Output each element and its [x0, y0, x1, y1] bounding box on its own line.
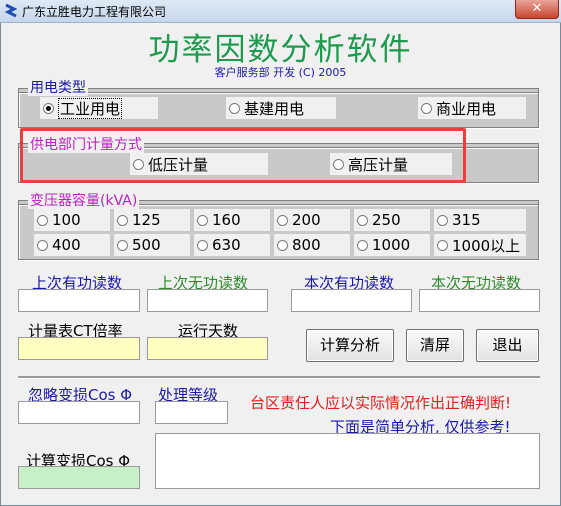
radio-label: 630	[212, 236, 241, 254]
clear-button[interactable]: 清屏	[406, 329, 464, 362]
ignore-loss-output	[18, 401, 140, 424]
radio-label: 200	[292, 211, 321, 229]
window-title: 广东立胜电力工程有限公司	[22, 5, 167, 19]
subtitle: 客户服务部 开发 (C) 2005	[214, 66, 347, 79]
radio-icon	[277, 239, 288, 251]
radio-label: 800	[292, 236, 321, 254]
app-logo-icon	[4, 3, 18, 18]
radio-label: 1000以上	[452, 236, 521, 255]
divider	[18, 376, 540, 379]
radio-kva-315[interactable]: 315	[434, 209, 526, 231]
analysis-textarea[interactable]	[155, 433, 540, 489]
radio-icon	[277, 214, 288, 226]
radio-label: 315	[452, 211, 481, 229]
radio-kva-125[interactable]: 125	[114, 209, 190, 231]
radio-kva-200[interactable]: 200	[274, 209, 350, 231]
radio-kva-250[interactable]: 250	[354, 209, 430, 231]
radio-label: 100	[52, 211, 81, 229]
radio-icon	[357, 239, 368, 251]
highlight-box	[20, 128, 466, 183]
usage-type-label: 用电类型	[28, 80, 88, 96]
prev-active-input[interactable]	[18, 289, 140, 312]
radio-icon	[37, 214, 48, 226]
radio-industrial[interactable]: 工业用电	[40, 97, 158, 119]
radio-label: 1000	[372, 236, 411, 254]
curr-reactive-input[interactable]	[419, 289, 540, 312]
radio-commercial[interactable]: 商业用电	[418, 97, 526, 119]
radio-kva-over-1000[interactable]: 1000以上	[434, 234, 526, 256]
radio-label: 400	[52, 236, 81, 254]
radio-kva-800[interactable]: 800	[274, 234, 350, 256]
radio-industrial-label: 工业用电	[58, 97, 123, 119]
radio-icon	[437, 239, 448, 251]
radio-icon	[437, 214, 448, 226]
run-days-input[interactable]	[147, 337, 268, 360]
radio-construction-label: 基建用电	[244, 99, 305, 118]
close-button[interactable]: ✕	[515, 0, 559, 19]
radio-label: 160	[212, 211, 241, 229]
radio-icon	[197, 214, 208, 226]
radio-kva-400[interactable]: 400	[34, 234, 110, 256]
radio-label: 250	[372, 211, 401, 229]
radio-icon	[197, 239, 208, 251]
radio-icon	[357, 214, 368, 226]
radio-kva-100[interactable]: 100	[34, 209, 110, 231]
exit-button[interactable]: 退出	[476, 329, 539, 362]
radio-icon	[421, 102, 432, 114]
radio-kva-500[interactable]: 500	[114, 234, 190, 256]
calc-loss-output	[18, 466, 140, 489]
prev-reactive-input[interactable]	[147, 289, 268, 312]
radio-label: 500	[132, 236, 161, 254]
radio-commercial-label: 商业用电	[436, 99, 497, 118]
transformer-label: 变压器容量(kVA)	[28, 193, 140, 209]
radio-kva-630[interactable]: 630	[194, 234, 270, 256]
radio-kva-160[interactable]: 160	[194, 209, 270, 231]
close-icon: ✕	[531, 1, 543, 16]
app-title: 功率因数分析软件	[148, 32, 413, 68]
radio-label: 125	[132, 211, 161, 229]
radio-icon	[37, 239, 48, 251]
notice-line-1: 台区责任人应以实际情况作出正确判断!	[250, 394, 512, 412]
grade-output	[155, 401, 228, 424]
radio-construction[interactable]: 基建用电	[226, 97, 336, 119]
radio-icon	[43, 102, 54, 114]
radio-icon	[229, 102, 240, 114]
curr-active-input[interactable]	[291, 289, 412, 312]
radio-kva-1000[interactable]: 1000	[354, 234, 430, 256]
calculate-button[interactable]: 计算分析	[306, 329, 394, 362]
radio-icon	[117, 239, 128, 251]
ct-ratio-input[interactable]	[18, 337, 140, 360]
radio-icon	[117, 214, 128, 226]
